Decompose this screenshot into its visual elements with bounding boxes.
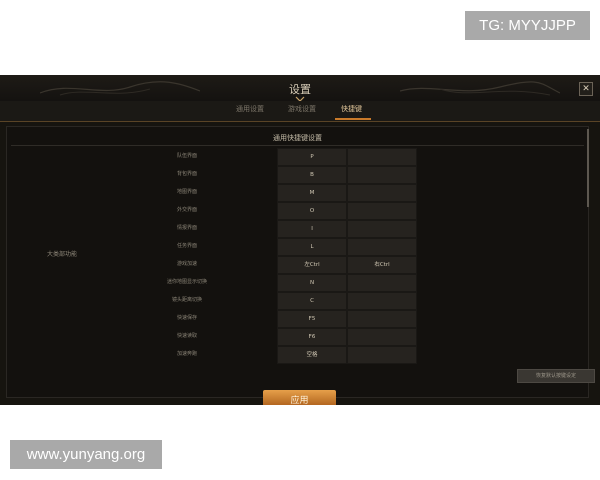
- hotkey-label: 快速保存: [176, 315, 197, 321]
- primary-key-slot[interactable]: P: [277, 148, 347, 166]
- secondary-key-slot[interactable]: [347, 310, 417, 328]
- secondary-key-slot[interactable]: [347, 184, 417, 202]
- primary-key-slot[interactable]: N: [277, 274, 347, 292]
- primary-key-slot[interactable]: F6: [277, 328, 347, 346]
- active-tab-indicator: [335, 118, 371, 120]
- apply-button[interactable]: 应用: [263, 390, 336, 405]
- title-bar: 设置 ✕: [0, 75, 600, 102]
- tab-bar: 通用设置 游戏设置 快捷键: [0, 101, 600, 122]
- primary-key-slot[interactable]: O: [277, 202, 347, 220]
- hotkey-row: 快速保存 F5: [7, 310, 588, 328]
- secondary-key-slot[interactable]: [347, 148, 417, 166]
- secondary-key-slot[interactable]: [347, 292, 417, 310]
- secondary-key-slot[interactable]: [347, 202, 417, 220]
- divider: [0, 121, 600, 122]
- secondary-key-slot[interactable]: [347, 328, 417, 346]
- primary-key-slot[interactable]: B: [277, 166, 347, 184]
- secondary-key-slot[interactable]: [347, 220, 417, 238]
- secondary-key-slot[interactable]: [347, 274, 417, 292]
- hotkey-row: 迷你地图显示切换 N: [7, 274, 588, 292]
- tab-game[interactable]: 游戏设置: [288, 104, 316, 114]
- section-title: 通用快捷键设置: [273, 134, 322, 142]
- hotkey-label: 外交界面: [176, 207, 197, 213]
- hotkey-row: 背包界面 B: [7, 166, 588, 184]
- tab-hotkeys[interactable]: 快捷键: [341, 104, 362, 114]
- hotkey-row: 游戏加速 左Ctrl 右Ctrl: [7, 256, 588, 274]
- scrollbar[interactable]: [587, 129, 589, 207]
- hotkey-label: 快速读取: [176, 333, 197, 339]
- hotkey-label: 加速奔跑: [176, 351, 197, 357]
- hotkey-row: 外交界面 O: [7, 202, 588, 220]
- hotkey-row: 任务界面 L: [7, 238, 588, 256]
- hotkey-label: 地图界面: [176, 189, 197, 195]
- hotkey-row: 队伍界面 P: [7, 148, 588, 166]
- hotkey-label: 游戏加速: [176, 261, 197, 267]
- primary-key-slot[interactable]: M: [277, 184, 347, 202]
- secondary-key-slot[interactable]: [347, 166, 417, 184]
- close-button[interactable]: ✕: [579, 82, 593, 96]
- hotkey-label: 情报界面: [176, 225, 197, 231]
- primary-key-slot[interactable]: F5: [277, 310, 347, 328]
- settings-window: 设置 ✕ 通用设置 游戏设置 快捷键 通用快捷键设置 大类部功能 队伍界面 P …: [0, 75, 600, 405]
- hotkey-label: 迷你地图显示切换: [166, 279, 207, 285]
- hotkey-label: 背包界面: [176, 171, 197, 177]
- hotkey-label: 任务界面: [176, 243, 197, 249]
- hotkey-label: 队伍界面: [176, 153, 197, 159]
- secondary-key-slot[interactable]: [347, 346, 417, 364]
- primary-key-slot[interactable]: I: [277, 220, 347, 238]
- watermark-bottom-left: www.yunyang.org: [10, 440, 162, 469]
- window-title: 设置: [289, 83, 311, 96]
- hotkey-row: 地图界面 M: [7, 184, 588, 202]
- hotkey-row: 快速读取 F6: [7, 328, 588, 346]
- close-icon: ✕: [582, 84, 590, 94]
- primary-key-slot[interactable]: 空格: [277, 346, 347, 364]
- reset-defaults-button[interactable]: 恢复默认按键设定: [517, 369, 595, 383]
- watermark-top-right: TG: MYYJJPP: [465, 11, 590, 40]
- hotkey-label: 镜头距离切换: [171, 297, 202, 303]
- primary-key-slot[interactable]: L: [277, 238, 347, 256]
- hotkey-row: 情报界面 I: [7, 220, 588, 238]
- hotkey-row: 加速奔跑 空格: [7, 346, 588, 364]
- hotkey-row: 镜头距离切换 C: [7, 292, 588, 310]
- section-divider: [11, 145, 584, 146]
- primary-key-slot[interactable]: C: [277, 292, 347, 310]
- primary-key-slot[interactable]: 左Ctrl: [277, 256, 347, 274]
- secondary-key-slot[interactable]: 右Ctrl: [347, 256, 417, 274]
- hotkey-panel: 通用快捷键设置 大类部功能 队伍界面 P 背包界面 B 地图界面 M 外交界面 …: [6, 126, 589, 398]
- tab-general[interactable]: 通用设置: [236, 104, 264, 114]
- secondary-key-slot[interactable]: [347, 238, 417, 256]
